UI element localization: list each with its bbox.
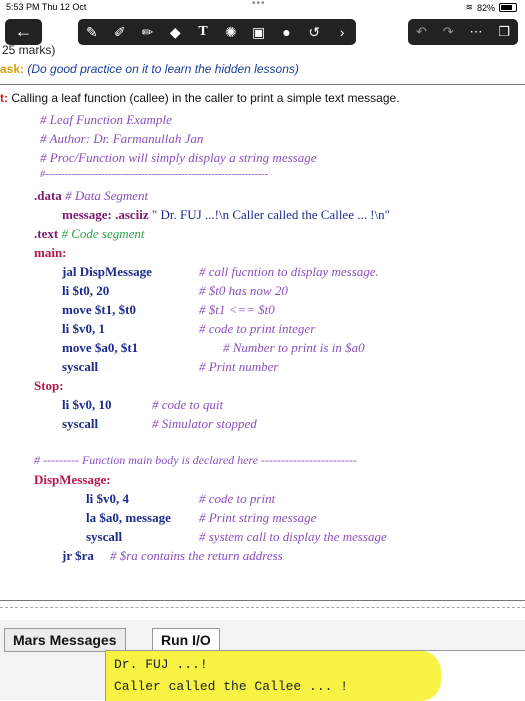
battery-fill [501, 5, 512, 10]
code-comment: # $t1 <== $t0 [199, 302, 275, 317]
message-label: message: [62, 207, 112, 222]
status-time: 5:53 PM Thu 12 Oct [6, 2, 87, 12]
code-listing: # Leaf Function Example # Author: Dr. Fa… [34, 112, 520, 582]
text-directive: .text [34, 226, 59, 241]
tab-mars-messages[interactable]: Mars Messages [4, 628, 126, 652]
code-comment: # Simulator stopped [152, 416, 257, 431]
title-text: Calling a leaf function (callee) in the … [8, 91, 400, 105]
eraser-icon[interactable]: ◆ [165, 24, 185, 41]
title-line: t: Calling a leaf function (callee) in t… [0, 91, 400, 105]
marker-icon[interactable]: ✏ [137, 24, 157, 41]
mic-icon[interactable]: ● [276, 24, 296, 40]
console-output-line: Dr. FUJ ...! [114, 657, 208, 672]
code-instruction: li $v0, 1 [62, 321, 105, 336]
tab-run-io[interactable]: Run I/O [152, 628, 220, 652]
code-instruction: jr $ra [62, 548, 94, 563]
pages-icon[interactable]: ❐ [498, 24, 510, 40]
task-label: ask: [0, 62, 25, 76]
code-instruction: syscall [62, 416, 99, 431]
run-io-console: Dr. FUJ ...! Caller called the Callee ..… [105, 650, 525, 701]
code-instruction: li $v0, 10 [62, 397, 112, 412]
code-line: message: .asciiz " Dr. FUJ ...!\n Caller… [62, 207, 390, 223]
lasso-icon[interactable]: ↺ [304, 24, 324, 41]
marks-text: 25 marks) [2, 43, 56, 57]
main-label: main: [34, 245, 67, 260]
code-instruction: syscall [62, 359, 99, 374]
divider [0, 84, 525, 85]
code-instruction: la $a0, message [86, 510, 171, 525]
code-instruction: syscall [86, 529, 123, 544]
code-comment: # system call to display the message [199, 529, 387, 544]
code-comment: # code to print integer [199, 321, 316, 336]
drawing-tools: ✎ ✐ ✏ ◆ T ✺ ▣ ● ↺ › [78, 19, 356, 45]
status-right: ≋ 82% [465, 2, 517, 13]
chevron-right-icon[interactable]: › [332, 24, 352, 40]
back-button[interactable]: ← [5, 19, 42, 45]
string-literal: " Dr. FUJ ...!\n Caller called the Calle… [148, 207, 390, 222]
title-label: t: [0, 91, 8, 105]
undo-icon[interactable]: ↶ [416, 24, 427, 40]
code-comment: # Print number [199, 359, 279, 374]
stop-label: Stop: [34, 378, 64, 393]
code-comment: # call fucntion to display message. [199, 264, 379, 279]
code-comment: # Data Segment [61, 188, 149, 203]
code-comment: # $ra contains the return address [110, 548, 283, 563]
divider [0, 600, 525, 601]
multitask-dots[interactable]: ••• [252, 0, 266, 9]
code-comment: # code to print [199, 491, 276, 506]
document-actions: ↶ ↷ ⋯ ❐ [408, 19, 518, 45]
more-icon[interactable]: ⋯ [470, 24, 483, 40]
pencil-icon[interactable]: ✐ [110, 24, 130, 41]
notes-toolbar: ← ✎ ✐ ✏ ◆ T ✺ ▣ ● ↺ › ↶ ↷ ⋯ ❐ [0, 18, 525, 48]
battery-percent: 82% [476, 2, 495, 13]
task-line: ask: (Do good practice on it to learn th… [0, 62, 299, 76]
code-instruction: li $v0, 4 [86, 491, 129, 506]
code-instruction: jal DispMessage [62, 264, 152, 279]
code-instruction: move $a0, $t1 [62, 340, 139, 355]
code-instruction: li $t0, 20 [62, 283, 110, 298]
code-comment: # Leaf Function Example [40, 112, 172, 127]
code-comment: # Author: Dr. Farmanullah Jan [40, 131, 204, 146]
data-directive: .data [34, 188, 62, 203]
redo-icon[interactable]: ↷ [443, 24, 454, 40]
text-icon[interactable]: T [193, 24, 213, 40]
task-text: (Do good practice on it to learn the hid… [24, 62, 299, 76]
code-comment: # Code segment [58, 226, 145, 241]
shape-icon[interactable]: ✺ [221, 24, 241, 41]
code-comment: # Proc/Function will simply display a st… [40, 150, 317, 165]
code-comment: # code to quit [152, 397, 224, 412]
console-output-line: Caller called the Callee ... ! [114, 679, 349, 694]
asciiz-directive: .asciiz [111, 207, 149, 222]
code-line: .text # Code segment [34, 226, 144, 242]
code-comment: #---------------------------------------… [40, 169, 269, 180]
code-comment: # Print string message [199, 510, 317, 525]
mars-output-panel: Mars Messages Run I/O Dr. FUJ ...! Calle… [0, 620, 525, 701]
code-comment: # --------- Function main body is declar… [34, 453, 357, 467]
code-comment: # Number to print is in $a0 [223, 340, 365, 355]
pen-icon[interactable]: ✎ [82, 24, 102, 41]
divider [0, 607, 525, 608]
code-line: .data # Data Segment [34, 188, 148, 204]
code-comment: # $t0 has now 20 [199, 283, 288, 298]
dispmessage-label: DispMessage: [34, 472, 111, 487]
code-instruction: move $t1, $t0 [62, 302, 137, 317]
battery-icon [499, 3, 517, 12]
wifi-icon: ≋ [465, 2, 473, 12]
image-icon[interactable]: ▣ [249, 24, 269, 41]
status-bar: 5:53 PM Thu 12 Oct ••• ≋ 82% [0, 0, 525, 14]
